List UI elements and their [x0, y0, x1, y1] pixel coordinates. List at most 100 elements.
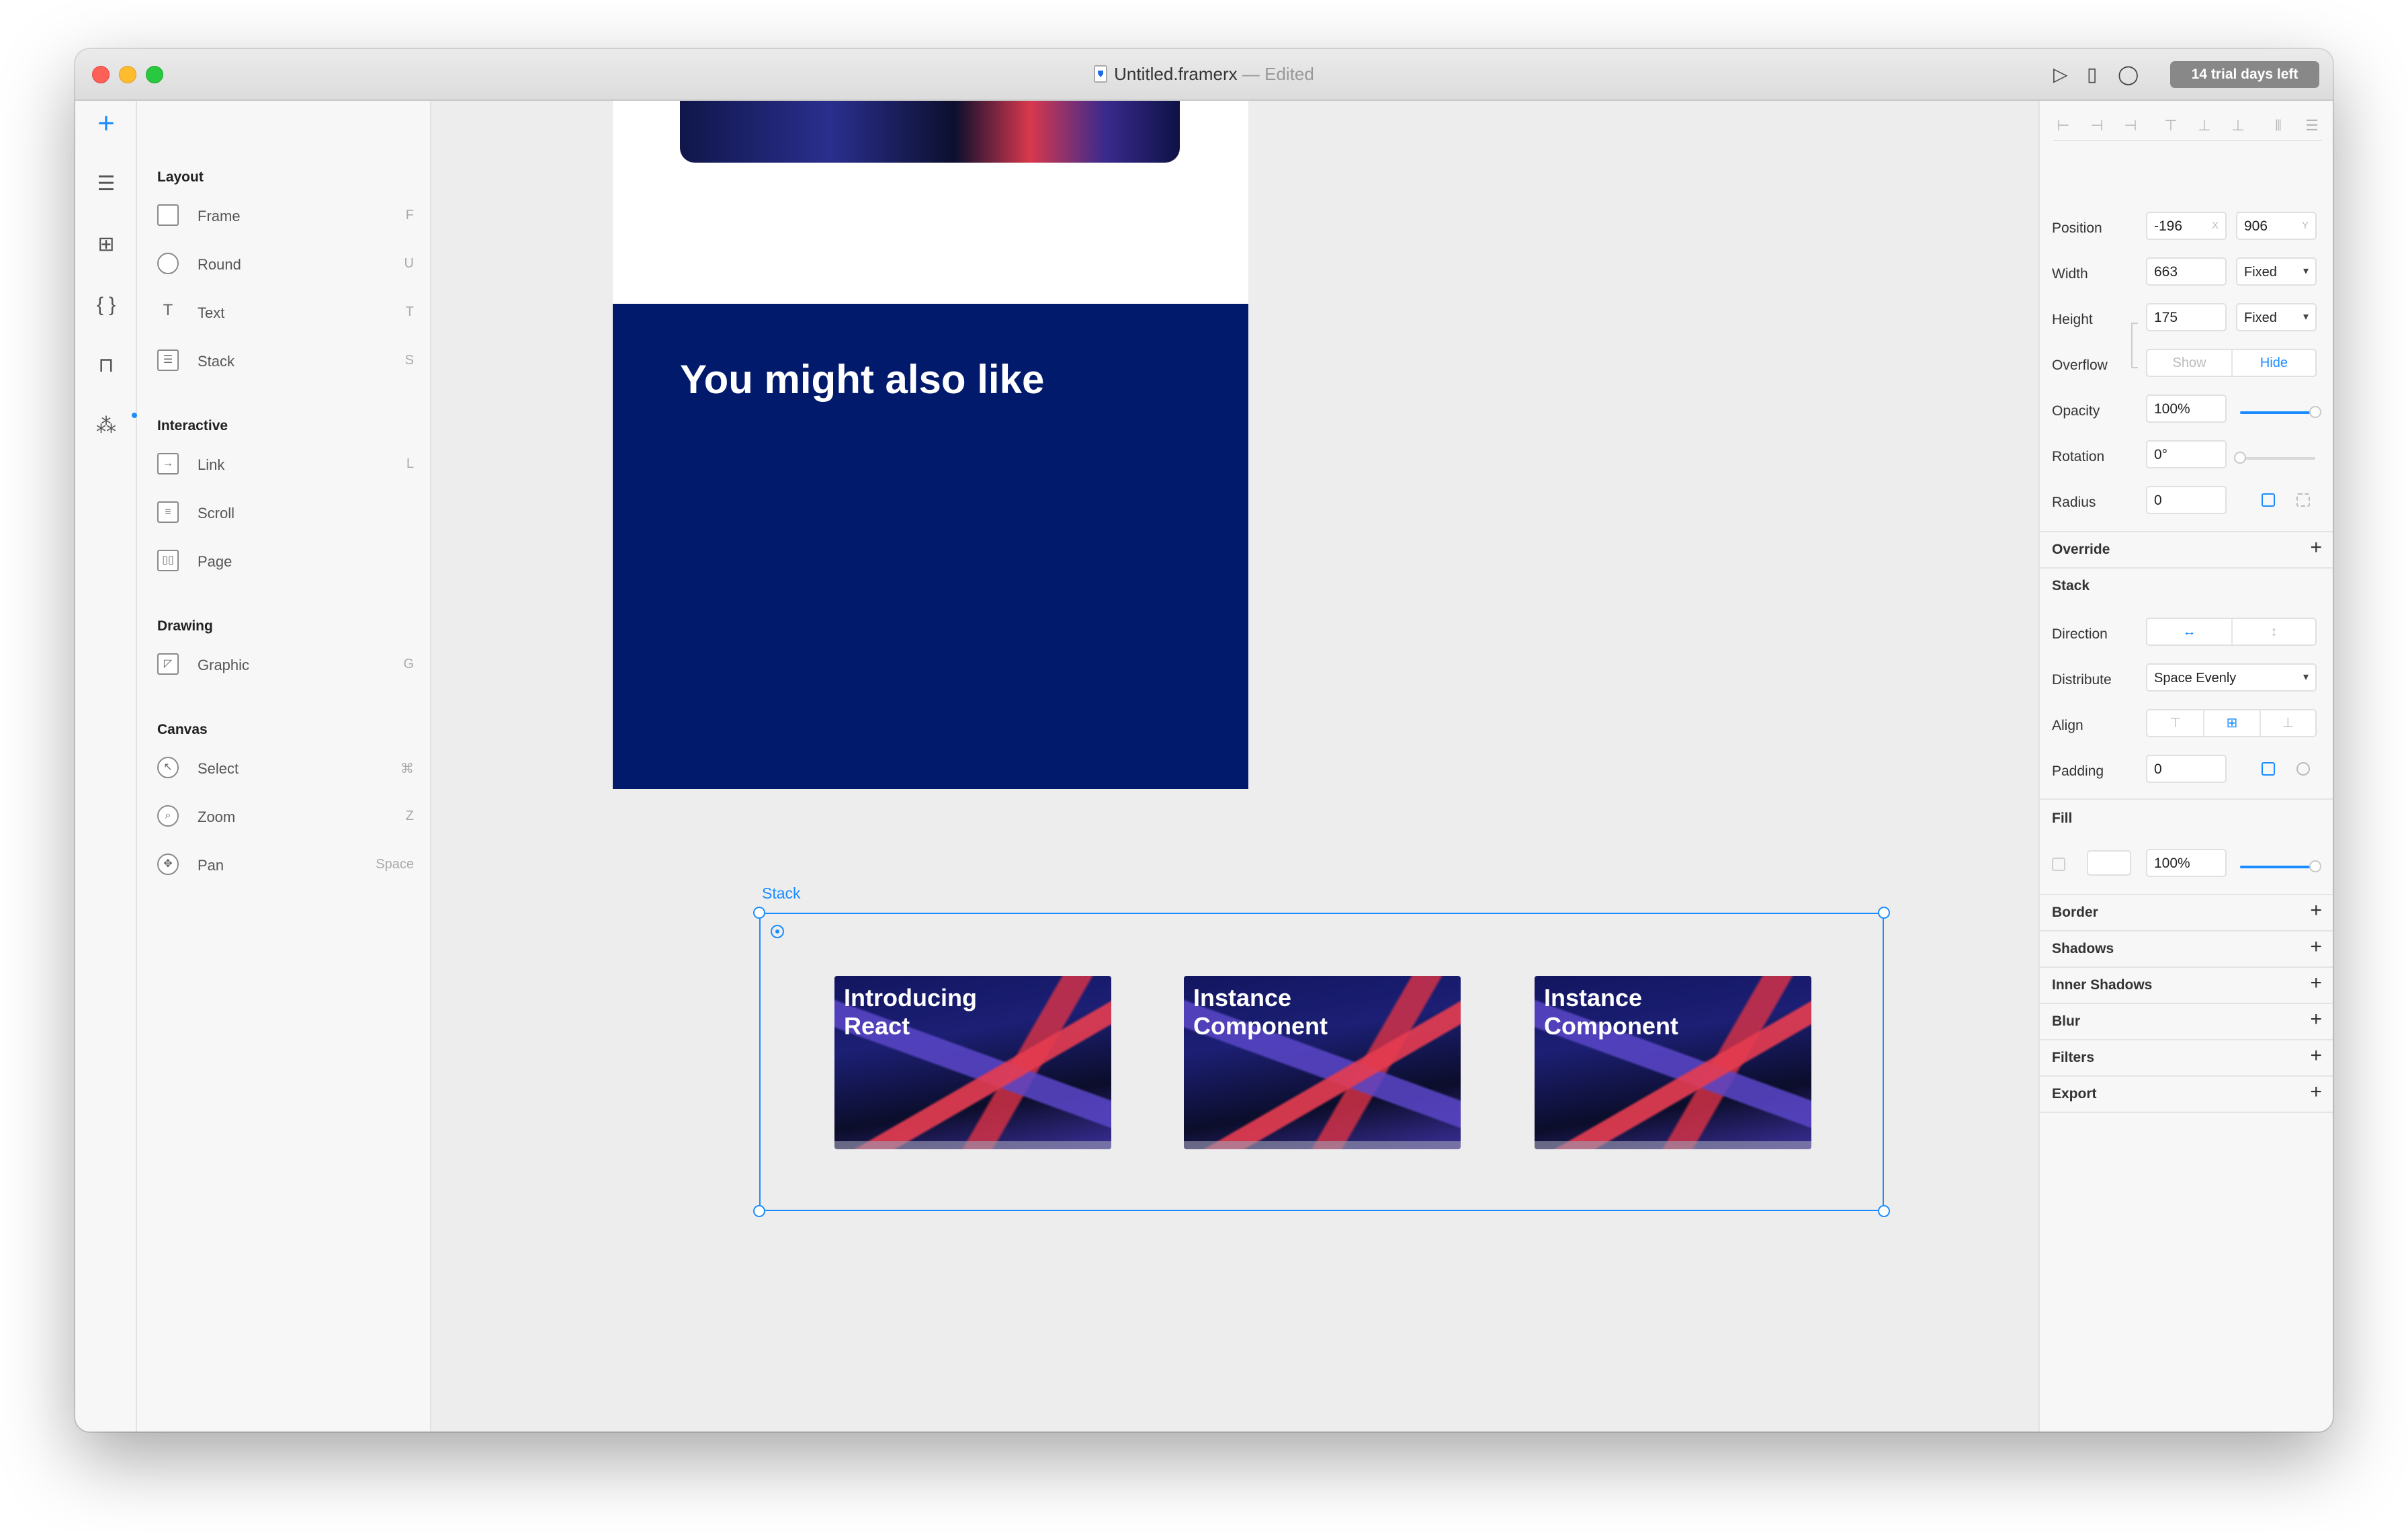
card-title: Instance Component: [1544, 984, 1799, 1040]
opacity-label: Opacity: [2052, 403, 2100, 419]
resize-handle-bottom-left[interactable]: [753, 1205, 765, 1217]
fill-opacity-slider-fill: [2240, 866, 2315, 868]
align-start-icon[interactable]: ⊤: [2147, 710, 2203, 736]
tool-text[interactable]: T Text T: [157, 298, 414, 325]
tool-graphic[interactable]: ◸ Graphic G: [157, 651, 414, 677]
direction-vertical-icon[interactable]: ↕: [2231, 619, 2315, 645]
add-override-icon[interactable]: +: [2310, 538, 2322, 558]
radius-uniform-icon[interactable]: [2262, 493, 2275, 507]
fill-opacity-field[interactable]: 100%: [2146, 849, 2227, 877]
align-end-icon[interactable]: ⊥: [2259, 710, 2315, 736]
override-label: Override: [2052, 542, 2110, 557]
padding-uniform-icon[interactable]: [2262, 762, 2275, 776]
grid-icon[interactable]: ⊞: [93, 231, 120, 258]
tool-select[interactable]: ↖ Select ⌘: [157, 754, 414, 781]
align-bottom-icon[interactable]: ⊥: [2228, 116, 2248, 136]
padding-individual-icon[interactable]: [2296, 762, 2310, 776]
padding-field[interactable]: 0: [2146, 755, 2227, 783]
align-center-icon[interactable]: ⊞: [2203, 710, 2259, 736]
add-blur-icon[interactable]: +: [2310, 1009, 2322, 1030]
trial-badge[interactable]: 14 trial days left: [2170, 61, 2319, 88]
opacity-slider[interactable]: [2240, 406, 2321, 418]
align-center-h-icon[interactable]: ⊣: [2087, 116, 2107, 136]
tool-label: Pan: [198, 857, 224, 874]
comment-icon[interactable]: ◯: [2118, 64, 2139, 85]
inner-shadows-label: Inner Shadows: [2052, 977, 2153, 993]
tool-frame[interactable]: Frame F: [157, 202, 414, 229]
plus-icon[interactable]: +: [93, 109, 120, 138]
canvas[interactable]: You might also like Stack Introducing Rea…: [431, 101, 2038, 1432]
section-title-canvas: Canvas: [157, 722, 208, 737]
card-introducing-react[interactable]: Introducing React: [834, 976, 1111, 1149]
direction-label: Direction: [2052, 626, 2108, 642]
overflow-hide-option[interactable]: Hide: [2231, 350, 2315, 376]
frame-icon: [157, 204, 179, 226]
stack-label[interactable]: Stack: [762, 884, 801, 903]
tool-shortcut: G: [403, 657, 414, 671]
store-icon[interactable]: ⊓: [93, 352, 120, 379]
height-field[interactable]: 175: [2146, 303, 2227, 331]
add-filter-icon[interactable]: +: [2310, 1046, 2322, 1066]
add-export-icon[interactable]: +: [2310, 1082, 2322, 1102]
tool-label: Text: [198, 304, 225, 321]
distribute-h-icon[interactable]: ⫴: [2268, 116, 2288, 136]
align-right-icon[interactable]: ⊣: [2120, 116, 2141, 136]
fill-opacity-slider-knob[interactable]: [2309, 860, 2321, 872]
device-icon[interactable]: ▯: [2087, 64, 2097, 85]
align-toggle: ⊤ ⊞ ⊥: [2146, 709, 2317, 737]
direction-horizontal-icon[interactable]: ↔: [2147, 619, 2231, 645]
resize-handle-top-left[interactable]: [753, 907, 765, 919]
card-instance-component[interactable]: Instance Component: [1184, 976, 1461, 1149]
add-border-icon[interactable]: +: [2310, 901, 2322, 921]
width-mode-select[interactable]: Fixed: [2236, 257, 2317, 286]
add-inner-shadow-icon[interactable]: +: [2310, 973, 2322, 993]
tool-shortcut: Z: [405, 809, 414, 823]
fill-opacity-slider[interactable]: [2240, 860, 2321, 872]
hero-image[interactable]: [680, 101, 1180, 163]
scroll-icon: ≡: [157, 501, 179, 523]
tool-round[interactable]: Round U: [157, 250, 414, 277]
play-icon[interactable]: ▷: [2053, 64, 2068, 85]
radius-field[interactable]: 0: [2146, 486, 2227, 514]
opacity-slider-knob[interactable]: [2309, 406, 2321, 418]
align-middle-icon[interactable]: ⊥: [2194, 116, 2214, 136]
position-x-field[interactable]: -196 X: [2146, 212, 2227, 240]
distribute-select[interactable]: Space Evenly: [2146, 663, 2317, 692]
fill-enabled-checkbox[interactable]: [2052, 858, 2065, 871]
icon-sidebar: + ☰ ⊞ { } ⊓ ⁂: [75, 101, 137, 1432]
distribute-v-icon[interactable]: ☰: [2302, 116, 2322, 136]
radius-individual-icon[interactable]: [2296, 493, 2310, 507]
width-field[interactable]: 663: [2146, 257, 2227, 286]
rotation-slider[interactable]: [2234, 452, 2315, 464]
recommendations-frame[interactable]: You might also like: [613, 304, 1248, 789]
components-icon[interactable]: ⁂: [93, 413, 137, 440]
stack-gap-icon[interactable]: [771, 925, 784, 938]
app-window: Untitled.framerx — Edited ▷ ▯ ◯ 14 trial…: [75, 49, 2333, 1432]
border-label: Border: [2052, 905, 2098, 920]
height-mode-select[interactable]: Fixed: [2236, 303, 2317, 331]
rotation-field[interactable]: 0°: [2146, 440, 2227, 468]
tool-link[interactable]: → Link L: [157, 450, 414, 477]
overflow-show-option[interactable]: Show: [2147, 350, 2231, 376]
notification-dot: [132, 413, 137, 418]
card-instance-component[interactable]: Instance Component: [1535, 976, 1811, 1149]
fill-color-swatch[interactable]: [2087, 850, 2131, 876]
rotation-slider-knob[interactable]: [2234, 452, 2246, 464]
opacity-field[interactable]: 100%: [2146, 395, 2227, 423]
tool-stack[interactable]: ☰ Stack S: [157, 347, 414, 374]
menu-icon[interactable]: ☰: [93, 171, 120, 198]
resize-handle-bottom-right[interactable]: [1878, 1205, 1890, 1217]
padding-label: Padding: [2052, 763, 2104, 779]
position-y-field[interactable]: 906 Y: [2236, 212, 2317, 240]
tool-scroll[interactable]: ≡ Scroll: [157, 499, 414, 526]
align-left-icon[interactable]: ⊢: [2053, 116, 2073, 136]
tool-page[interactable]: ▯▯ Page: [157, 547, 414, 574]
tool-zoom[interactable]: ⌕ Zoom Z: [157, 802, 414, 829]
filters-label: Filters: [2052, 1050, 2095, 1065]
align-top-icon[interactable]: ⊤: [2161, 116, 2181, 136]
add-shadow-icon[interactable]: +: [2310, 937, 2322, 957]
resize-handle-top-right[interactable]: [1878, 907, 1890, 919]
tool-pan[interactable]: ✥ Pan Space: [157, 851, 414, 878]
aspect-lock-icon[interactable]: [2131, 323, 2138, 368]
code-icon[interactable]: { }: [93, 292, 120, 319]
